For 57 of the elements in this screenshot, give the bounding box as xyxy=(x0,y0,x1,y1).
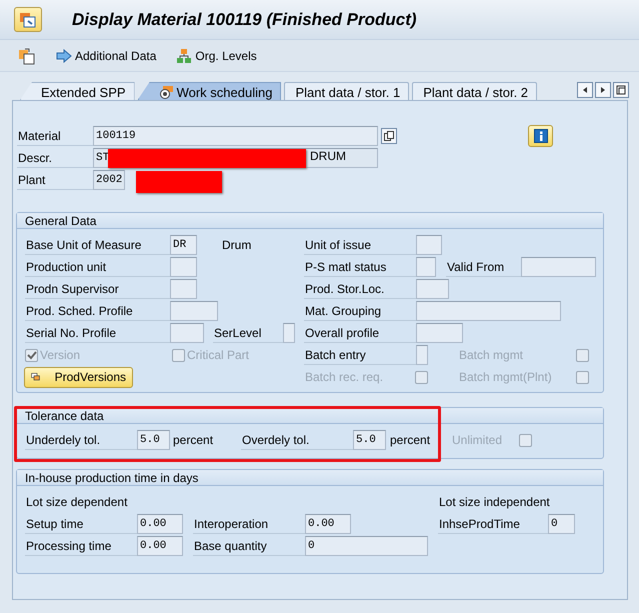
arrow-icon xyxy=(56,48,72,62)
input-field[interactable]: 0.00 xyxy=(305,514,351,534)
input-field[interactable]: 0.00 xyxy=(137,536,183,556)
input-field[interactable] xyxy=(170,323,204,343)
input-field[interactable] xyxy=(283,323,295,343)
input-field[interactable] xyxy=(170,301,218,321)
input-field[interactable]: DR xyxy=(170,235,197,255)
input-field[interactable]: 0 xyxy=(305,536,428,556)
toolbar-button[interactable]: Additional Data xyxy=(54,48,158,64)
window-title: Display Material 100119 (Finished Product) xyxy=(72,10,417,30)
window-icon xyxy=(19,12,37,28)
menu-button[interactable] xyxy=(14,7,42,32)
prodversions-button[interactable]: ProdVersions xyxy=(24,366,133,388)
group-title: Tolerance data xyxy=(17,408,603,424)
text-label: percent xyxy=(172,432,214,449)
input-field[interactable] xyxy=(416,257,436,277)
text-label: Lot size dependent xyxy=(25,494,128,511)
field-label: Batch mgmt xyxy=(458,347,524,364)
field-label: Batch rec. req. xyxy=(304,369,384,386)
input-field[interactable]: 0.00 xyxy=(137,514,183,534)
text-label: Lot size independent xyxy=(438,494,551,511)
input-field[interactable] xyxy=(170,279,197,299)
tab[interactable]: Work scheduling xyxy=(138,82,282,100)
tab[interactable]: Extended SPP xyxy=(20,82,135,100)
text-label: percent xyxy=(389,432,432,449)
group-title: In-house production time in days xyxy=(17,470,603,486)
tab-list-button[interactable] xyxy=(613,82,629,98)
copy-button[interactable] xyxy=(381,128,397,144)
input-field[interactable] xyxy=(521,257,596,277)
input-field[interactable] xyxy=(416,301,561,321)
info-icon xyxy=(534,129,548,143)
input-field[interactable]: 5.0 xyxy=(353,430,386,450)
field-label: Critical Part xyxy=(186,347,250,364)
info-button[interactable] xyxy=(528,125,553,147)
text-label: Drum xyxy=(221,237,252,254)
scroll-right-button[interactable] xyxy=(595,82,611,98)
toolbar-button[interactable]: Org. Levels xyxy=(174,46,259,64)
scroll-left-button[interactable] xyxy=(577,82,593,98)
input-field[interactable] xyxy=(416,345,428,365)
input-field[interactable]: 5.0 xyxy=(137,430,170,450)
input-field[interactable] xyxy=(416,323,463,343)
input-field[interactable] xyxy=(416,235,442,255)
input-field[interactable] xyxy=(416,279,449,299)
tab-list-icon xyxy=(616,85,626,95)
input-field[interactable] xyxy=(170,257,197,277)
hierarchy-icon xyxy=(176,48,192,64)
field-label: Batch mgmt(Plnt) xyxy=(458,369,553,386)
document-icon xyxy=(18,46,36,64)
gear-icon xyxy=(158,86,173,98)
copy-icon xyxy=(384,131,394,141)
tab[interactable]: Plant data / stor. 1 xyxy=(284,82,410,100)
field-label: Version xyxy=(39,347,82,364)
tab[interactable]: Plant data / stor. 2 xyxy=(412,82,538,100)
input-field[interactable]: 0 xyxy=(548,514,575,534)
input-field[interactable]: 100119 xyxy=(93,126,378,146)
group-title: General Data xyxy=(17,213,603,229)
field-label: Unlimited xyxy=(451,432,504,449)
